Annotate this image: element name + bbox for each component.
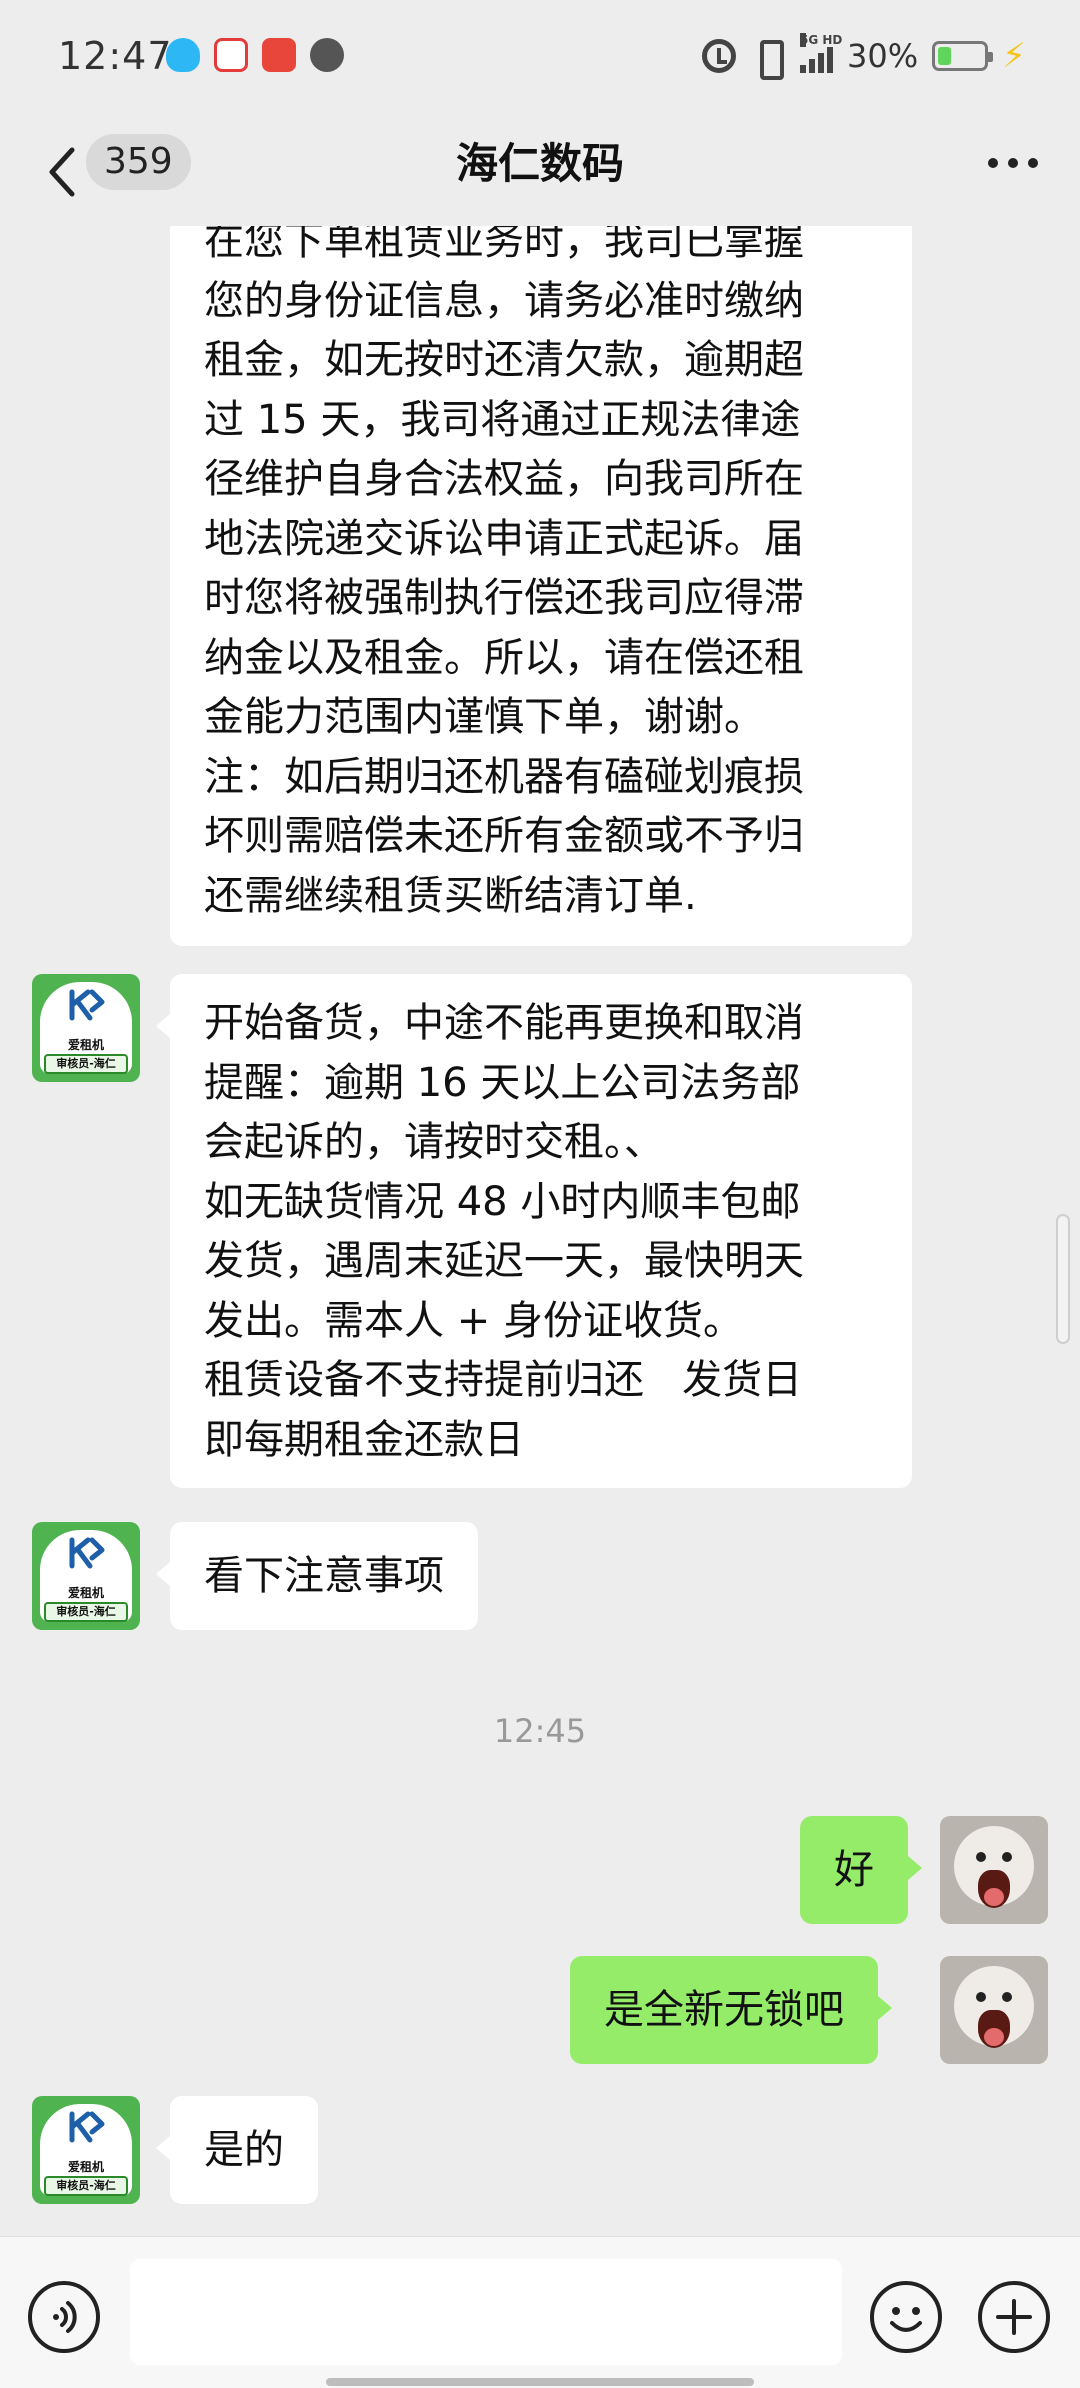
more-icon[interactable] <box>988 158 1038 168</box>
chat-title: 海仁数码 <box>455 139 624 188</box>
battery-level <box>938 47 952 65</box>
avatar-tag-role: 审核员-海仁 <box>44 1602 128 1622</box>
message-bubble[interactable]: 是的 <box>156 2096 318 2204</box>
vibrate-icon <box>750 40 786 80</box>
shopping-app-icon <box>262 38 296 72</box>
notification-icons <box>166 38 344 72</box>
message-bubble[interactable]: 开始备货，中途不能再更换和取消 提醒：逾期 16 天以上公司法务部 会起诉的，请… <box>156 974 912 1488</box>
scrollbar-thumb[interactable] <box>1056 1214 1070 1344</box>
signal-icon: 5G HD <box>800 33 842 73</box>
message-bubble[interactable]: 在您下单租赁业务时，我司已掌握 您的身份证信息，请务必准时缴纳 租金，如无按时还… <box>170 226 912 946</box>
avatar-tag-role: 审核员-海仁 <box>44 1054 128 1074</box>
battery-icon <box>932 41 994 71</box>
plus-icon <box>996 2299 1032 2335</box>
input-bar <box>0 2236 1080 2388</box>
emoji-icon <box>890 2307 922 2332</box>
chat-header: 359 海仁数码 <box>0 120 1080 230</box>
brand-logo-icon <box>69 989 105 1021</box>
battery-percent: 30% <box>847 37 919 75</box>
wechat-icon <box>310 38 344 72</box>
app-notification-icon <box>214 38 248 72</box>
alarm-icon <box>702 39 736 73</box>
brand-logo-icon <box>69 2111 105 2143</box>
avatar-tag-role: 审核员-海仁 <box>44 2176 128 2196</box>
message-input[interactable] <box>130 2259 842 2365</box>
message-list[interactable]: 在您下单租赁业务时，我司已掌握 您的身份证信息，请务必准时缴纳 租金，如无按时还… <box>0 226 1080 2236</box>
my-message-bubble[interactable]: 好 <box>800 1816 922 1924</box>
avatar-tag-title: 爱租机 <box>67 2160 104 2174</box>
chat-screen: 12:47 5G HD 30% ⚡ 359 海仁数码 在您下单租赁业务时，我司已… <box>0 0 1080 2388</box>
my-message-bubble[interactable]: 是全新无锁吧 <box>570 1956 892 2064</box>
network-type: 5G HD <box>800 33 843 47</box>
message-timestamp: 12:45 <box>493 1712 587 1750</box>
shop-avatar[interactable]: 爱租机 审核员-海仁 <box>32 974 140 1082</box>
qq-icon <box>166 38 200 72</box>
avatar-tag-title: 爱租机 <box>67 1038 104 1052</box>
voice-icon <box>53 2301 77 2333</box>
shop-avatar[interactable]: 爱租机 审核员-海仁 <box>32 1522 140 1630</box>
my-avatar[interactable] <box>940 1816 1048 1924</box>
message-bubble[interactable]: 看下注意事项 <box>156 1522 478 1630</box>
status-bar: 12:47 5G HD 30% ⚡ <box>0 0 1080 120</box>
more-functions-button[interactable] <box>978 2281 1050 2353</box>
voice-input-button[interactable] <box>28 2281 100 2353</box>
charging-icon: ⚡ <box>1002 36 1026 76</box>
system-status-icons: 5G HD 30% ⚡ <box>702 33 1026 80</box>
avatar-tag-title: 爱租机 <box>67 1586 104 1600</box>
my-avatar[interactable] <box>940 1956 1048 2064</box>
shop-avatar[interactable]: 爱租机 审核员-海仁 <box>32 2096 140 2204</box>
home-indicator[interactable] <box>326 2378 754 2386</box>
emoji-button[interactable] <box>870 2281 942 2353</box>
status-time: 12:47 <box>58 34 173 78</box>
brand-logo-icon <box>69 1537 105 1569</box>
